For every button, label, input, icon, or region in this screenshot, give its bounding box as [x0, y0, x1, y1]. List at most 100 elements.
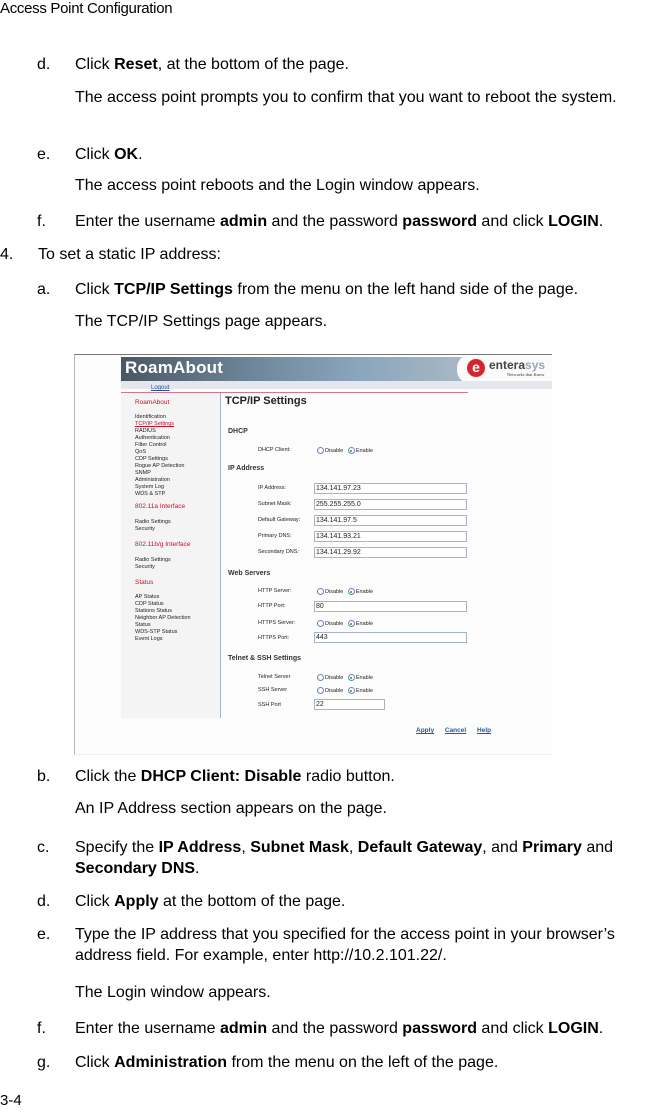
sidebar-item[interactable]: Radio Settings — [135, 519, 171, 525]
step-text-run: and click — [476, 1020, 549, 1037]
help-link[interactable]: Help — [477, 727, 491, 734]
logo-brand-main: entera — [489, 358, 526, 372]
step-emphasis: IP Address — [158, 839, 242, 856]
step-text-run: , and — [482, 839, 523, 856]
ip-field-input[interactable] — [314, 483, 467, 494]
step-label: 4. — [0, 246, 14, 263]
sidebar-item[interactable]: CDP Settings — [135, 456, 168, 462]
step-text-run: Click — [75, 893, 115, 910]
sidebar-item[interactable]: WDS & STP — [135, 491, 165, 497]
https-port-input[interactable] — [314, 632, 467, 643]
step-text: Enter the username admin and the passwor… — [75, 211, 654, 232]
step-label: a. — [37, 281, 51, 298]
step-text: An IP Address section appears on the pag… — [75, 798, 654, 819]
section-dhcp: DHCP — [228, 428, 248, 435]
sidebar-item[interactable]: Authentication — [135, 435, 170, 441]
sidebar-item[interactable]: Identification — [135, 414, 166, 420]
step-label: c. — [37, 839, 50, 856]
step-text-run: Click — [75, 281, 115, 298]
step-text-run: Click — [75, 1054, 115, 1071]
dhcp-client-radio-group: Disable Enable — [317, 447, 376, 455]
http-port-input[interactable] — [314, 601, 467, 612]
logout-link[interactable]: Logout — [151, 385, 169, 391]
step-label: d. — [37, 893, 51, 910]
sidebar-item[interactable]: RADIUS — [135, 428, 156, 434]
step-emphasis: LOGIN — [548, 213, 599, 230]
step-label: b. — [37, 768, 51, 785]
ssh-server-label: SSH Server — [258, 687, 288, 693]
step-text: Click Apply at the bottom of the page. — [75, 891, 654, 912]
sidebar-item[interactable]: Security — [135, 526, 155, 532]
sidebar-item[interactable]: Filter Control — [135, 442, 166, 448]
page-number: 3-4 — [0, 1092, 22, 1109]
step-text: Enter the username admin and the passwor… — [75, 1018, 654, 1039]
step-text: The Login window appears. — [75, 982, 654, 1003]
https-port-label: HTTPS Port: — [258, 635, 290, 641]
step-text-run: The TCP/IP Settings page appears. — [75, 313, 328, 330]
step-text-run: Enter the username — [75, 1020, 220, 1037]
sidebar-section-heading: Status — [135, 579, 154, 586]
sidebar-section-heading: RoamAbout — [135, 399, 170, 406]
http-disable-radio[interactable] — [317, 588, 324, 595]
http-enable-label: Enable — [355, 588, 374, 595]
step-text-run: The Login window appears. — [75, 984, 271, 1001]
banner: RoamAbout e enterasys Networks that Know — [121, 355, 552, 384]
step-text-run: and the password — [267, 213, 403, 230]
apply-link[interactable]: Apply — [416, 727, 434, 734]
step-label: g. — [37, 1054, 51, 1071]
step-text-run: Specify the — [75, 839, 159, 856]
ssh-enable-radio[interactable] — [347, 687, 355, 694]
ip-field-input[interactable] — [314, 515, 467, 526]
step-emphasis: Reset — [114, 56, 158, 73]
sidebar-item[interactable]: WDS-STP Status — [135, 629, 177, 635]
sidebar-section-heading: 802.11b/g Interface — [135, 541, 191, 548]
step-emphasis: LOGIN — [548, 1020, 599, 1037]
ssh-port-input[interactable] — [314, 699, 385, 710]
ip-field-input[interactable] — [314, 499, 467, 510]
sidebar-item[interactable]: TCP/IP Settings — [135, 421, 174, 427]
step-text: Click Reset, at the bottom of the page. — [75, 54, 635, 75]
step-text-run: from the menu on the left hand side of t… — [232, 281, 579, 298]
step-emphasis: admin — [219, 213, 268, 230]
telnet-disable-radio[interactable] — [317, 674, 324, 681]
step-label: e. — [37, 146, 51, 163]
ssh-enable-label: Enable — [355, 687, 374, 694]
logo-tagline: Networks that Know — [507, 372, 545, 377]
sidebar-item[interactable]: Rogue AP Detection — [135, 463, 184, 469]
sidebar-item[interactable]: Status — [135, 622, 151, 628]
sidebar-item[interactable]: Neighbor AP Detection — [135, 615, 191, 621]
step-text-run: Click the — [75, 768, 141, 785]
https-enable-radio[interactable] — [347, 620, 355, 627]
sidebar-item[interactable]: CDP Status — [135, 601, 164, 607]
sidebar-item[interactable]: SNMP — [135, 470, 151, 476]
http-disable-label: Disable — [325, 588, 344, 595]
ip-field-input[interactable] — [314, 547, 467, 558]
logo-brand-accent: sys — [525, 358, 546, 372]
logo-text: enterasys — [489, 358, 545, 372]
https-disable-radio[interactable] — [317, 620, 324, 627]
cancel-link[interactable]: Cancel — [445, 727, 466, 734]
sidebar-item[interactable]: Security — [135, 564, 155, 570]
step-text-run: . — [598, 1020, 604, 1037]
tcpip-settings-screenshot: RoamAbout e enterasys Networks that Know… — [74, 354, 552, 755]
sidebar-item[interactable]: Administration — [135, 477, 170, 483]
sidebar-item[interactable]: System Log — [135, 484, 164, 490]
step-text: Click Administration from the menu on th… — [75, 1052, 654, 1073]
step-text-run: , at the bottom of the page. — [157, 56, 349, 73]
telnet-enable-radio[interactable] — [347, 674, 355, 681]
ssh-disable-radio[interactable] — [317, 687, 324, 694]
dhcp-enable-radio[interactable] — [347, 447, 355, 454]
sidebar-menu: RoamAbout Identification TCP/IP Settings RA… — [121, 393, 221, 718]
dhcp-client-label: DHCP Client: — [258, 447, 291, 453]
sidebar-item[interactable]: Stations Status — [135, 608, 172, 614]
https-disable-label: Disable — [325, 620, 344, 627]
step-emphasis: Default Gateway — [357, 839, 483, 856]
sidebar-item[interactable]: Radio Settings — [135, 557, 171, 563]
sidebar-item[interactable]: AP Status — [135, 594, 159, 600]
sidebar-item[interactable]: QoS — [135, 449, 146, 455]
step-text: The TCP/IP Settings page appears. — [75, 311, 635, 332]
dhcp-disable-radio[interactable] — [317, 447, 324, 454]
sidebar-item[interactable]: Event Logs — [135, 636, 163, 642]
http-enable-radio[interactable] — [347, 588, 355, 595]
ip-field-input[interactable] — [314, 531, 467, 542]
